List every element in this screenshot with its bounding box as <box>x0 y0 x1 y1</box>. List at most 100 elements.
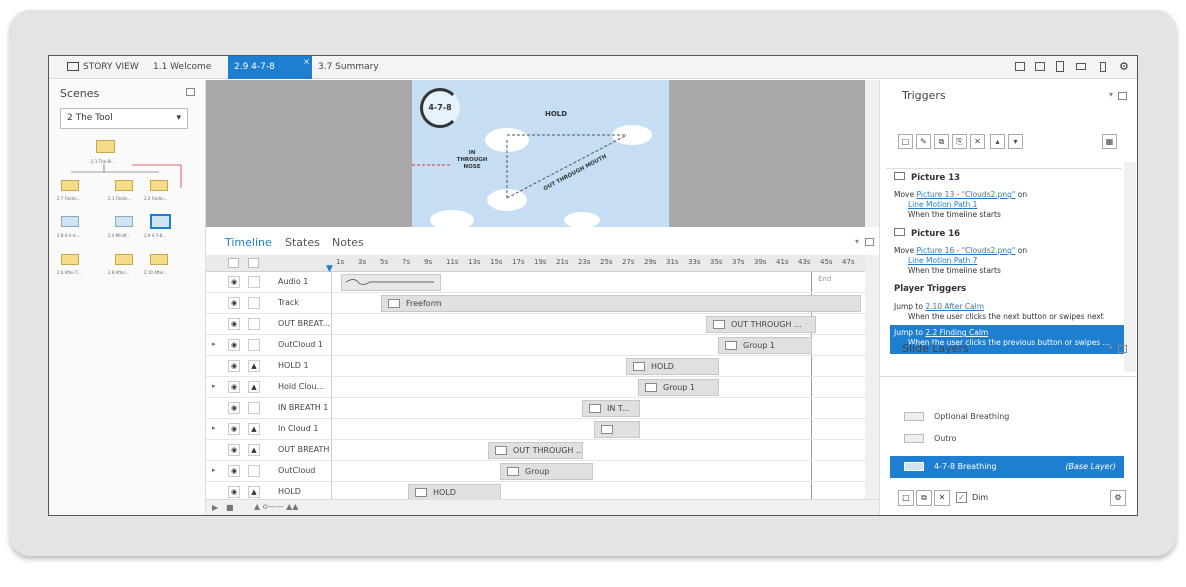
scene-thumbnail[interactable] <box>150 180 168 191</box>
timeline-bar[interactable]: Group 1 <box>638 379 719 396</box>
visibility-eye-icon[interactable]: ◉ <box>228 465 240 477</box>
visibility-eye-icon[interactable]: ◉ <box>228 381 240 393</box>
lock-icon[interactable]: ▲ <box>248 423 260 435</box>
play-icon[interactable]: ▶ <box>212 503 218 512</box>
lock-icon[interactable]: ▲ <box>248 381 260 393</box>
layer-optional-breathing[interactable]: Optional Breathing <box>890 406 1124 428</box>
motion-path-1-text[interactable]: Line Motion Path 1 <box>908 200 977 209</box>
timeline-bar[interactable]: Group <box>500 463 593 480</box>
visibility-eye-icon[interactable]: ◉ <box>228 402 240 414</box>
scene-thumbnail[interactable] <box>96 140 115 153</box>
triggers-scrollbar[interactable] <box>1124 162 1136 372</box>
settings-gear-icon[interactable]: ⚙ <box>1119 60 1129 73</box>
new-layer-icon[interactable]: □ <box>898 490 914 506</box>
collapse-panel-icon[interactable] <box>1118 92 1127 100</box>
panel-menu-chevron-icon[interactable]: ▾ <box>855 237 859 246</box>
scene-thumbnail[interactable] <box>150 254 168 265</box>
timeline-bar[interactable] <box>594 421 640 438</box>
stop-icon[interactable]: ■ <box>226 503 234 512</box>
layer-settings-icon[interactable]: ⚙ <box>1110 490 1126 506</box>
trigger-view-icon[interactable]: ▦ <box>1102 134 1117 149</box>
collapse-panel-icon[interactable] <box>865 238 874 246</box>
timeline-scrollbar[interactable] <box>865 272 879 515</box>
visibility-eye-icon[interactable]: ◉ <box>228 486 240 498</box>
layer-object-name[interactable]: In Cloud 1 <box>278 424 318 433</box>
paste-trigger-icon[interactable]: ⎘ <box>952 134 967 149</box>
lock-icon[interactable] <box>248 339 260 351</box>
tab-story-view[interactable]: STORY VIEW <box>61 56 145 79</box>
close-tab-icon[interactable]: × <box>303 56 310 73</box>
timeline-row[interactable]: ◉ IN BREATH 1 IN T... <box>206 398 879 419</box>
visibility-eye-icon[interactable]: ◉ <box>228 423 240 435</box>
scene-thumbnail[interactable] <box>61 254 79 265</box>
scene-thumbnail-selected[interactable] <box>150 214 171 229</box>
motion-path-1-link[interactable]: Line Motion Path 1 <box>908 200 977 209</box>
lock-icon[interactable] <box>248 297 260 309</box>
trigger-group-picture13[interactable]: Picture 13 <box>894 172 960 183</box>
layer-object-name[interactable]: Track <box>278 298 299 307</box>
timeline-row[interactable]: ◉ Track Freeform <box>206 293 879 314</box>
timeline-row[interactable]: ◉ ▲ HOLD 1 HOLD <box>206 356 879 377</box>
lock-icon[interactable] <box>248 318 260 330</box>
timeline-row[interactable]: ▸ ◉ ▲ In Cloud 1 <box>206 419 879 440</box>
duplicate-layer-icon[interactable]: ⧉ <box>916 490 932 506</box>
layer-object-name[interactable]: Hold Clou... <box>278 382 324 391</box>
visibility-eye-icon[interactable]: ◉ <box>228 444 240 456</box>
delete-trigger-icon[interactable]: ✕ <box>970 134 985 149</box>
expand-arrow-icon[interactable]: ▸ <box>212 424 216 432</box>
lock-icon[interactable]: ▲ <box>248 486 260 498</box>
lock-icon[interactable] <box>248 276 260 288</box>
picture16-link[interactable]: Picture 16 - "Clouds2.png" <box>917 246 1016 255</box>
trigger-group-picture16[interactable]: Picture 16 <box>894 228 960 239</box>
layer-object-name[interactable]: OUT BREAT... <box>278 319 330 328</box>
desktop-preview-icon[interactable] <box>1015 62 1025 71</box>
layer-base-breathing[interactable]: 4-7-8 Breathing (Base Layer) <box>890 456 1124 478</box>
timeline-bar[interactable]: Group 1 <box>718 337 812 354</box>
timeline-bar[interactable]: OUT THROUGH ... <box>706 316 816 333</box>
collapse-panel-icon[interactable] <box>1118 345 1127 353</box>
trigger-jump-previous[interactable]: Jump to 2.2 Finding Calm <box>894 328 988 337</box>
timeline-row[interactable]: ▸ ◉ OutCloud 1 Group 1 <box>206 335 879 356</box>
lock-icon[interactable] <box>248 465 260 477</box>
timeline-row[interactable]: ▸ ◉ OutCloud Group <box>206 461 879 482</box>
tab-notes[interactable]: Notes <box>332 236 364 249</box>
lock-icon[interactable]: ▲ <box>248 444 260 456</box>
edit-trigger-icon[interactable]: ✎ <box>916 134 931 149</box>
zoom-slider[interactable]: ▲ o—— ▲▲ <box>254 502 298 511</box>
visibility-eye-icon[interactable]: ◉ <box>228 318 240 330</box>
timeline-row[interactable]: ◉ OUT BREAT... OUT THROUGH ... <box>206 314 879 335</box>
layer-object-name[interactable]: HOLD <box>278 487 301 496</box>
trigger-move-1[interactable]: Move Picture 13 - "Clouds2.png" on <box>894 190 1027 199</box>
timeline-row[interactable]: ◉ ▲ OUT BREATH OUT THROUGH ... <box>206 440 879 461</box>
timeline-row[interactable]: ▸ ◉ ▲ Hold Clou... Group 1 <box>206 377 879 398</box>
picture13-link[interactable]: Picture 13 - "Clouds2.png" <box>917 190 1016 199</box>
motion-path-7-link[interactable]: Line Motion Path 7 <box>908 256 977 265</box>
after-calm-link[interactable]: 2.10 After Calm <box>925 302 984 311</box>
motion-path-7-text[interactable]: Line Motion Path 7 <box>908 256 977 265</box>
lock-header-icon[interactable] <box>248 258 259 268</box>
timeline-bar[interactable]: OUT THROUGH ... <box>488 442 583 459</box>
scene-select[interactable]: 2 The Tool ▾ <box>60 108 188 129</box>
expand-arrow-icon[interactable]: ▸ <box>212 340 216 348</box>
phone-portrait-icon[interactable] <box>1100 62 1106 72</box>
scene-thumbnail[interactable] <box>115 216 133 227</box>
timeline-row[interactable]: ◉ Audio 1 <box>206 272 879 293</box>
expand-arrow-icon[interactable]: ▸ <box>212 382 216 390</box>
trigger-move-2[interactable]: Move Picture 16 - "Clouds2.png" on <box>894 246 1027 255</box>
tablet-landscape-icon[interactable] <box>1035 62 1045 71</box>
scene-thumbnail[interactable] <box>115 254 133 265</box>
visibility-eye-icon[interactable]: ◉ <box>228 276 240 288</box>
tab-summary[interactable]: 3.7 Summary <box>312 56 385 79</box>
slide-canvas[interactable]: 4-7-8 HOLD IN THROUGH NOSE OUT THROUGH M… <box>412 80 669 227</box>
layer-outro[interactable]: Outro <box>890 428 1124 450</box>
delete-layer-icon[interactable]: ✕ <box>934 490 950 506</box>
timeline-bar[interactable]: HOLD <box>626 358 719 375</box>
visibility-eye-icon[interactable]: ◉ <box>228 360 240 372</box>
tab-states[interactable]: States <box>285 236 320 249</box>
move-up-icon[interactable]: ▴ <box>990 134 1005 149</box>
dim-checkbox[interactable]: ✓ <box>956 492 967 503</box>
phone-landscape-icon[interactable] <box>1076 63 1086 70</box>
layer-object-name[interactable]: HOLD 1 <box>278 361 309 370</box>
collapse-panel-icon[interactable] <box>186 88 195 96</box>
panel-menu-chevron-icon[interactable]: ▾ <box>1109 90 1113 99</box>
